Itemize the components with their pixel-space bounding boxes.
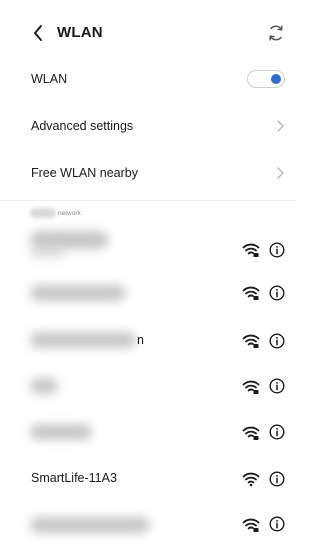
wifi-locked-icon <box>242 426 260 440</box>
page-title: WLAN <box>57 24 103 41</box>
redacted-ssid <box>30 332 136 348</box>
wifi-icon <box>242 472 260 487</box>
chevron-right-icon <box>277 167 284 179</box>
section-label-redaction <box>30 208 56 218</box>
toggle-knob <box>271 74 281 84</box>
info-icon[interactable] <box>269 424 285 440</box>
wifi-locked-icon <box>242 286 260 300</box>
network-name-fragment: n <box>137 333 144 347</box>
network-name: SmartLife-11A3 <box>31 471 117 485</box>
info-icon[interactable] <box>269 242 285 258</box>
info-icon[interactable] <box>269 471 285 487</box>
wlan-label: WLAN <box>31 72 68 86</box>
network-row[interactable] <box>0 408 297 454</box>
redacted-ssid <box>30 248 64 258</box>
info-icon[interactable] <box>269 333 285 349</box>
network-row[interactable] <box>0 269 297 315</box>
advanced-settings-label: Advanced settings <box>31 119 134 133</box>
wlan-toggle[interactable] <box>247 70 285 88</box>
network-row[interactable] <box>0 362 297 408</box>
redacted-ssid <box>30 285 126 301</box>
redacted-ssid <box>30 424 92 440</box>
wifi-locked-icon <box>242 380 260 394</box>
redacted-ssid <box>30 517 150 533</box>
wifi-locked-icon <box>242 334 260 348</box>
network-row[interactable]: SmartLife-11A3 <box>0 455 297 501</box>
refresh-button[interactable] <box>266 23 286 43</box>
network-row[interactable]: n <box>0 316 297 362</box>
divider <box>0 200 297 201</box>
section-label: network <box>58 210 81 217</box>
refresh-icon <box>269 25 283 41</box>
chevron-left-icon <box>34 25 42 41</box>
free-wlan-label: Free WLAN nearby <box>31 166 138 180</box>
info-icon[interactable] <box>269 516 285 532</box>
info-icon[interactable] <box>269 285 285 301</box>
wifi-locked-icon <box>242 518 260 532</box>
network-row[interactable] <box>0 222 297 268</box>
network-row[interactable] <box>0 501 297 547</box>
redacted-ssid <box>30 231 108 249</box>
back-button[interactable] <box>30 21 46 45</box>
wifi-locked-icon <box>242 243 260 257</box>
info-icon[interactable] <box>269 378 285 394</box>
redacted-ssid <box>30 378 58 394</box>
chevron-right-icon <box>277 120 284 132</box>
